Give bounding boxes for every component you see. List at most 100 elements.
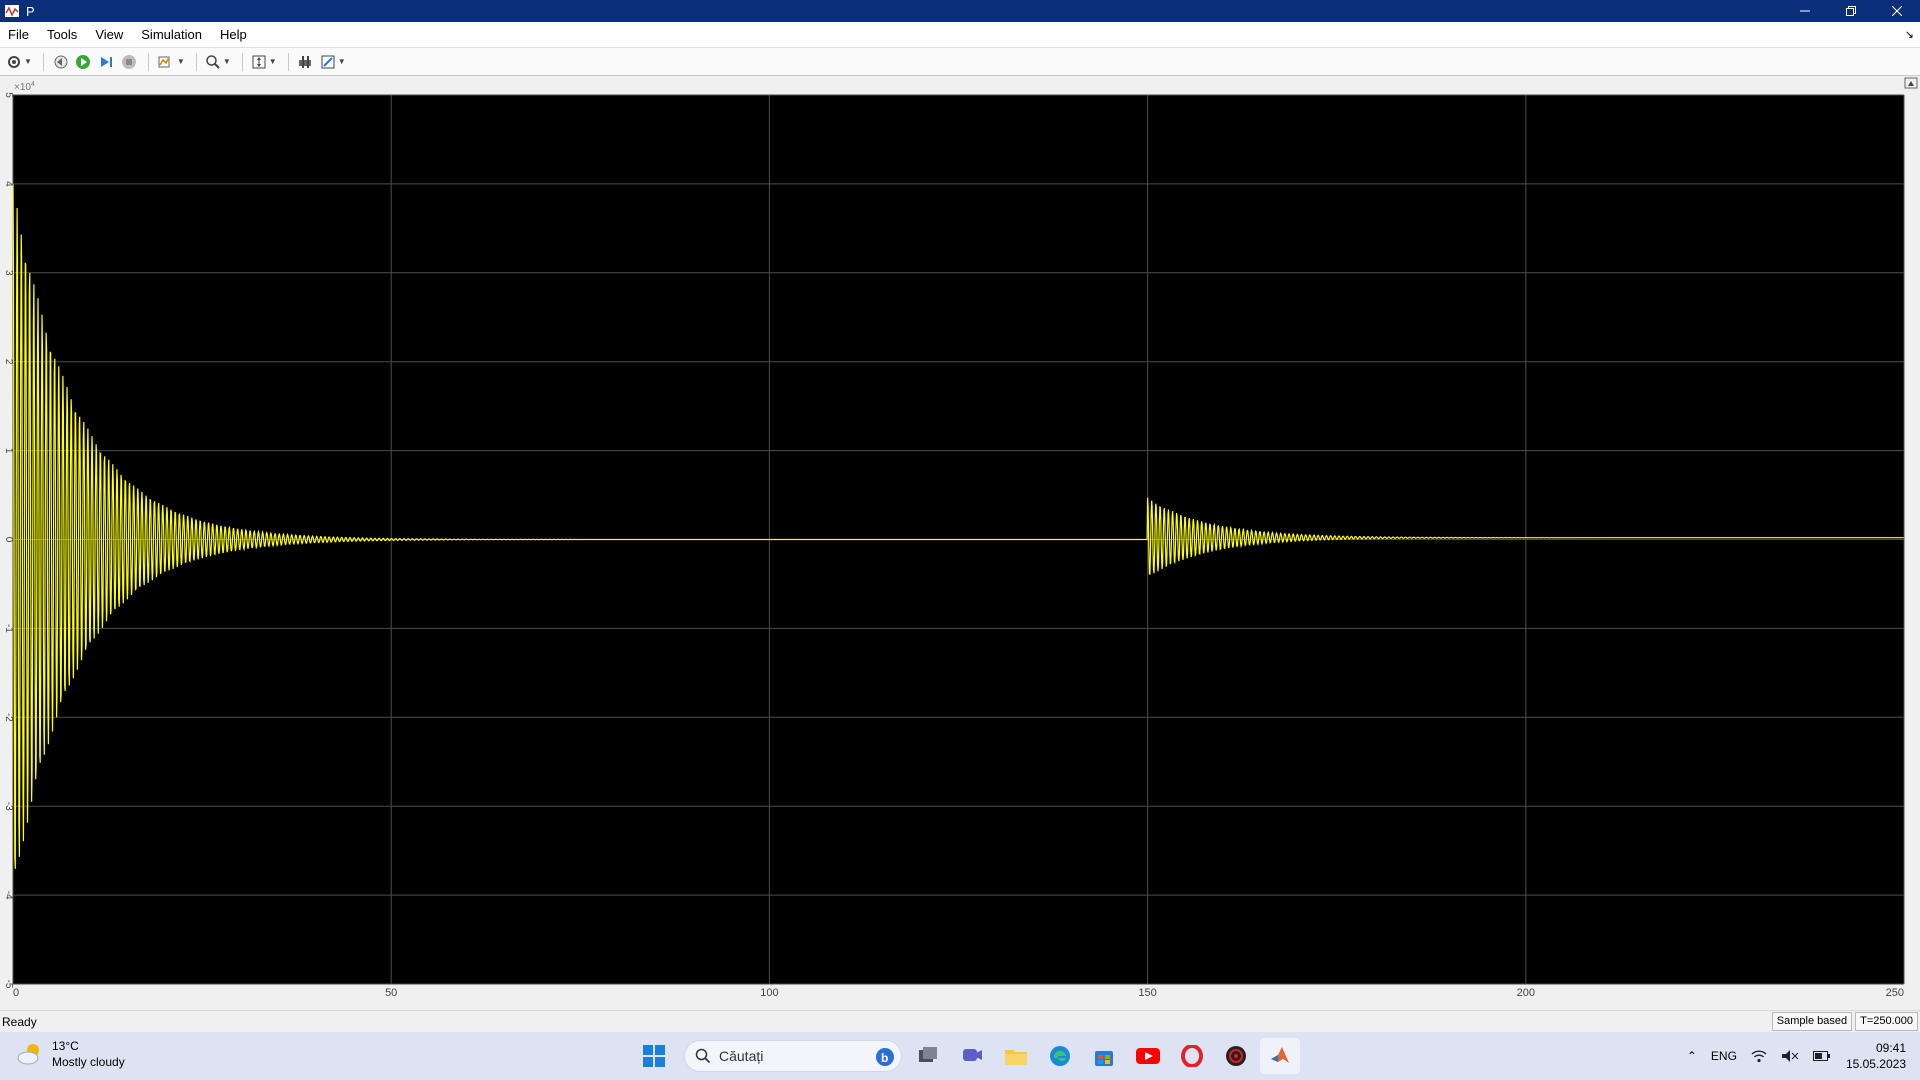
- chevron-down-icon: ▼: [176, 57, 185, 66]
- highlight-icon: [158, 56, 170, 67]
- chevron-up-icon[interactable]: ⌃: [1687, 1049, 1697, 1063]
- clock-date: 15.05.2023: [1845, 1057, 1906, 1071]
- y-tick-label: 4: [3, 181, 14, 187]
- taskbar-youtube[interactable]: [1128, 1038, 1168, 1074]
- task-view-icon: [919, 1047, 937, 1062]
- chevron-down-icon: ▼: [24, 57, 32, 66]
- y-tick-label: -4: [3, 891, 14, 900]
- start-button[interactable]: [634, 1038, 674, 1074]
- volume-status[interactable]: [1781, 1049, 1799, 1063]
- settings-button[interactable]: ▼: [4, 51, 34, 73]
- weather-description: Mostly cloudy: [52, 1055, 125, 1069]
- scope-plot-area[interactable]: -5 -4 -3 -2 -1 0 1 2 3 4 5 0 50 100 150 200 250 ×104: [0, 77, 1920, 1007]
- toolbar-separator: [195, 52, 197, 71]
- menu-tools[interactable]: Tools: [38, 22, 86, 48]
- taskbar-edge[interactable]: [1040, 1038, 1080, 1074]
- clock[interactable]: 09:41 15.05.2023: [1846, 1040, 1906, 1072]
- bing-icon: b: [876, 1048, 894, 1066]
- taskbar-task-view[interactable]: [908, 1038, 948, 1074]
- style-button[interactable]: ▼: [318, 51, 348, 73]
- x-tick-label: 100: [760, 987, 778, 999]
- clock-time: 09:41: [1875, 1041, 1906, 1055]
- sim-time-indicator: T=250.000: [1855, 1012, 1918, 1031]
- close-icon: [1892, 6, 1902, 16]
- scale-axes-button[interactable]: ▼: [249, 51, 279, 73]
- window-titlebar: P: [0, 0, 1920, 22]
- taskbar-store[interactable]: [1084, 1038, 1124, 1074]
- taskbar-matlab[interactable]: [1260, 1038, 1300, 1074]
- teams-chat-icon: [963, 1049, 982, 1061]
- edge-browser-icon: [1050, 1046, 1070, 1066]
- step-back-button[interactable]: [50, 51, 70, 73]
- folder-icon: [1005, 1050, 1027, 1065]
- windows-taskbar: 13°C Mostly cloudy Căutați b ⌃ ENG 09:41…: [0, 1032, 1920, 1080]
- taskbar-teams-chat[interactable]: [952, 1038, 992, 1074]
- x-tick-labels: 0 50 100 150 200 250: [13, 987, 1904, 999]
- style-icon: [321, 55, 335, 68]
- menu-help[interactable]: Help: [211, 22, 256, 48]
- search-icon: [695, 1048, 711, 1064]
- minimize-button[interactable]: [1782, 0, 1828, 22]
- search-placeholder: Căutați: [719, 1048, 764, 1064]
- windows-logo-icon: [643, 1045, 665, 1067]
- speaker-muted-icon: [1781, 1050, 1799, 1062]
- sample-mode-indicator: Sample based: [1771, 1012, 1853, 1031]
- minimize-icon: [1800, 10, 1810, 12]
- step-forward-button[interactable]: [96, 51, 116, 73]
- stop-button[interactable]: [119, 51, 139, 73]
- scale-axes-icon: [252, 55, 266, 68]
- y-tick-label: -2: [3, 713, 14, 722]
- network-status[interactable]: [1751, 1049, 1767, 1063]
- y-tick-labels: -5-4-3-2-1012345: [3, 92, 14, 989]
- step-forward-icon: [100, 56, 112, 67]
- battery-status[interactable]: [1812, 1050, 1831, 1062]
- zoom-button[interactable]: ▼: [203, 51, 233, 73]
- y-tick-label: 0: [3, 537, 14, 543]
- close-button[interactable]: [1874, 0, 1920, 22]
- toolbar-separator: [241, 52, 243, 71]
- store-icon: [1095, 1051, 1113, 1066]
- undock-icon[interactable]: ↘: [1905, 28, 1914, 41]
- window-title: P: [26, 3, 35, 19]
- taskbar-opera[interactable]: [1172, 1038, 1212, 1074]
- taskbar-search[interactable]: Căutați b: [684, 1040, 902, 1072]
- battery-icon: [1812, 1051, 1830, 1061]
- menu-file[interactable]: File: [0, 22, 38, 48]
- cursor-measure-icon: [298, 55, 311, 68]
- scope-plot[interactable]: -5-4-3-2-1012345 0 50 100 150 200 250 ×104: [0, 77, 1920, 1007]
- taskbar-apps: Căutați b: [634, 1038, 1304, 1074]
- taskbar-gaming-app[interactable]: [1216, 1038, 1256, 1074]
- restore-button[interactable]: [1828, 0, 1874, 22]
- menu-view[interactable]: View: [86, 22, 132, 48]
- menu-bar: File Tools View Simulation Help ↘: [0, 22, 1920, 48]
- weather-temperature: 13°C: [52, 1039, 79, 1053]
- stop-icon: [121, 54, 136, 69]
- gaming-app-icon: [1226, 1046, 1246, 1066]
- chevron-down-icon: ▼: [268, 57, 277, 66]
- cloud-sun-icon: [17, 1044, 39, 1065]
- highlight-button[interactable]: ▼: [155, 51, 187, 73]
- matlab-icon: [1271, 1047, 1289, 1063]
- svg-text:b: b: [881, 1051, 888, 1065]
- language-indicator[interactable]: ENG: [1711, 1049, 1737, 1063]
- x-tick-label: 50: [385, 987, 397, 999]
- status-text: Ready: [2, 1014, 37, 1029]
- zoom-icon: [206, 54, 220, 69]
- x-tick-label: 250: [1886, 987, 1904, 999]
- run-button[interactable]: [73, 51, 93, 73]
- expand-plot-button[interactable]: [1904, 77, 1918, 89]
- chevron-down-icon: ▼: [222, 57, 231, 66]
- wifi-icon: [1751, 1050, 1767, 1063]
- opera-icon: [1181, 1045, 1203, 1067]
- weather-widget[interactable]: 13°C Mostly cloudy: [16, 1038, 125, 1070]
- cursor-measure-button[interactable]: [295, 51, 315, 73]
- x-tick-label: 0: [13, 987, 19, 999]
- y-exponent-label: ×104: [14, 81, 35, 93]
- x-tick-label: 150: [1138, 987, 1156, 999]
- y-tick-label: 2: [3, 359, 14, 365]
- menu-simulation[interactable]: Simulation: [132, 22, 211, 48]
- taskbar-file-explorer[interactable]: [996, 1038, 1036, 1074]
- system-tray: ⌃ ENG 09:41 15.05.2023: [1680, 1032, 1920, 1080]
- toolbar-separator: [287, 52, 289, 71]
- y-tick-label: -3: [3, 802, 14, 811]
